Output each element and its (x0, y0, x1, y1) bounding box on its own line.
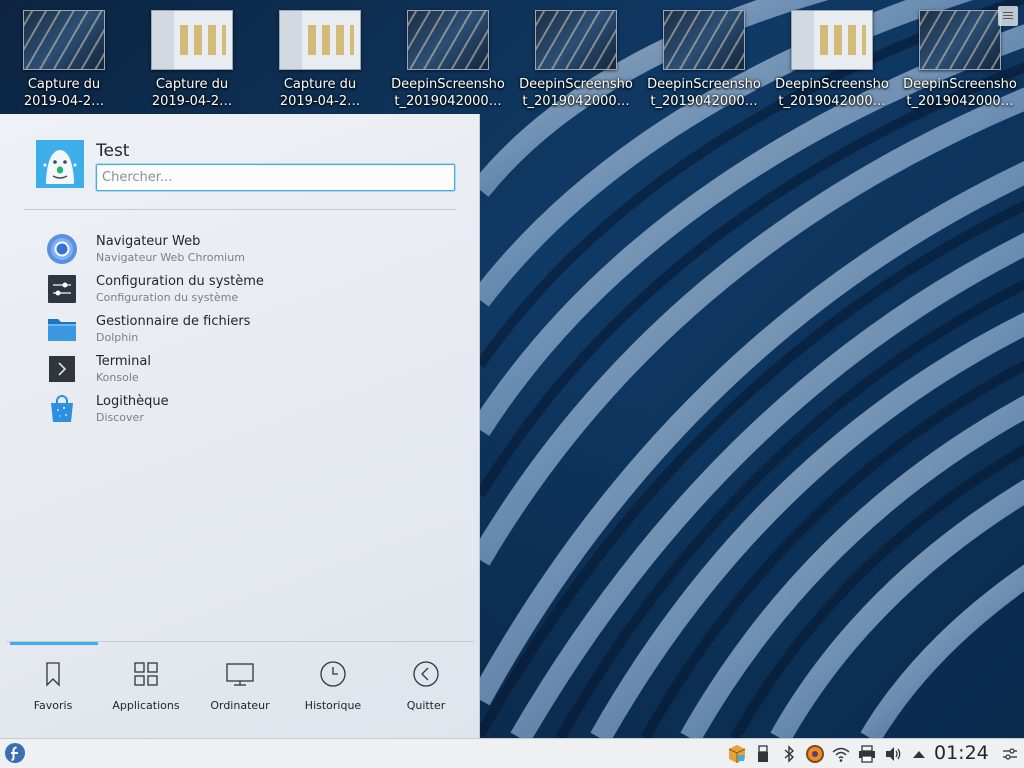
tab-applications[interactable]: Applications (99, 646, 193, 726)
taskbar: 01:24 (0, 738, 1024, 768)
monitor-icon (226, 663, 254, 686)
file-thumbnail (535, 10, 617, 70)
app-name: Gestionnaire de fichiers (96, 314, 251, 329)
file-label: DeepinScreensho t_2019042000… (775, 77, 889, 109)
file-thumbnail (791, 10, 873, 70)
list-item[interactable]: Navigateur Web Navigateur Web Chromium (40, 231, 460, 271)
tab-computer[interactable]: Ordinateur (193, 646, 287, 726)
tab-favorites[interactable]: Favoris (6, 646, 100, 726)
folder-icon (48, 319, 76, 341)
list-item[interactable]: Gestionnaire de fichiers Dolphin (40, 311, 460, 351)
file-label: DeepinScreensho t_2019042000… (647, 77, 761, 109)
app-name: Logithèque (96, 394, 169, 409)
user-avatar-icon (36, 140, 84, 188)
avatar[interactable] (36, 140, 84, 188)
file-thumbnail (279, 10, 361, 70)
firefox-sync-icon[interactable] (805, 744, 825, 764)
desktop-file-icon[interactable]: DeepinScreensho t_2019042000… (642, 6, 766, 114)
search-input[interactable] (96, 164, 455, 191)
file-thumbnail (663, 10, 745, 70)
desktop-toolbox-button[interactable] (998, 6, 1018, 26)
application-launcher: Test Navigateur Web Navigateur Web Chrom… (0, 114, 480, 738)
tab-label: Ordinateur (210, 699, 270, 712)
package-updates-icon[interactable] (727, 744, 747, 764)
tab-label: Favoris (33, 699, 73, 712)
tab-label: Historique (304, 699, 362, 712)
launcher-tabs: Favoris Applications Ordinateur Historiq… (6, 646, 474, 726)
chromium-icon (47, 234, 77, 264)
back-arrow-icon (413, 661, 439, 687)
favorites-list: Navigateur Web Navigateur Web Chromium C… (40, 231, 460, 431)
system-settings-icon (48, 275, 76, 303)
clock-icon (320, 661, 346, 687)
app-description: Konsole (96, 371, 139, 384)
printer-icon[interactable] (857, 744, 877, 764)
wifi-icon[interactable] (831, 744, 851, 764)
desktop-file-icon[interactable]: DeepinScreensho t_2019042000… (514, 6, 638, 114)
desktop-file-icon[interactable]: DeepinScreensho t_2019042000… (386, 6, 510, 114)
launcher-header: Test (24, 140, 456, 210)
divider (24, 209, 456, 210)
panel-settings-icon[interactable] (1000, 744, 1020, 764)
desktop-file-icon[interactable]: DeepinScreensho t_2019042000… (770, 6, 894, 114)
file-thumbnail (919, 10, 1001, 70)
desktop-file-icon[interactable]: Capture du 2019-04-2… (130, 6, 254, 114)
app-description: Discover (96, 411, 144, 424)
tab-quit[interactable]: Quitter (379, 646, 473, 726)
bookmark-icon (46, 662, 60, 687)
terminal-icon (49, 356, 75, 382)
app-description: Configuration du système (96, 291, 239, 304)
list-item[interactable]: Configuration du système Configuration d… (40, 271, 460, 311)
tab-history[interactable]: Historique (286, 646, 380, 726)
expand-tray-icon[interactable] (909, 744, 929, 764)
desktop-icons-area: Capture du 2019-04-2… Capture du 2019-04… (0, 6, 1024, 114)
list-item[interactable]: Terminal Konsole (40, 351, 460, 391)
fedora-launcher-icon[interactable] (4, 742, 26, 764)
hamburger-icon (1003, 12, 1013, 20)
file-label: DeepinScreensho t_2019042000… (519, 77, 633, 109)
file-thumbnail (407, 10, 489, 70)
app-name: Configuration du système (96, 274, 264, 289)
desktop-file-icon[interactable]: Capture du 2019-04-2… (258, 6, 382, 114)
file-thumbnail (23, 10, 105, 70)
file-thumbnail (151, 10, 233, 70)
clock[interactable]: 01:24 (934, 742, 989, 764)
tab-label: Quitter (406, 699, 446, 712)
desktop-file-icon[interactable]: Capture du 2019-04-2… (2, 6, 126, 114)
file-label: DeepinScreensho t_2019042000… (903, 77, 1017, 109)
grid-icon (134, 662, 158, 686)
tab-label: Applications (112, 699, 180, 712)
usb-device-icon[interactable] (753, 744, 773, 764)
active-tab-indicator (10, 642, 98, 645)
app-name: Terminal (96, 354, 151, 369)
app-name: Navigateur Web (96, 234, 201, 249)
bluetooth-icon[interactable] (779, 744, 799, 764)
file-label: Capture du 2019-04-2… (279, 77, 361, 109)
app-description: Dolphin (96, 331, 139, 344)
file-label: Capture du 2019-04-2… (151, 77, 233, 109)
discover-bag-icon (51, 395, 73, 422)
user-name: Test (96, 141, 130, 161)
file-label: DeepinScreensho t_2019042000… (391, 77, 505, 109)
file-label: Capture du 2019-04-2… (23, 77, 105, 109)
app-description: Navigateur Web Chromium (96, 251, 245, 264)
list-item[interactable]: Logithèque Discover (40, 391, 460, 431)
volume-icon[interactable] (883, 744, 903, 764)
